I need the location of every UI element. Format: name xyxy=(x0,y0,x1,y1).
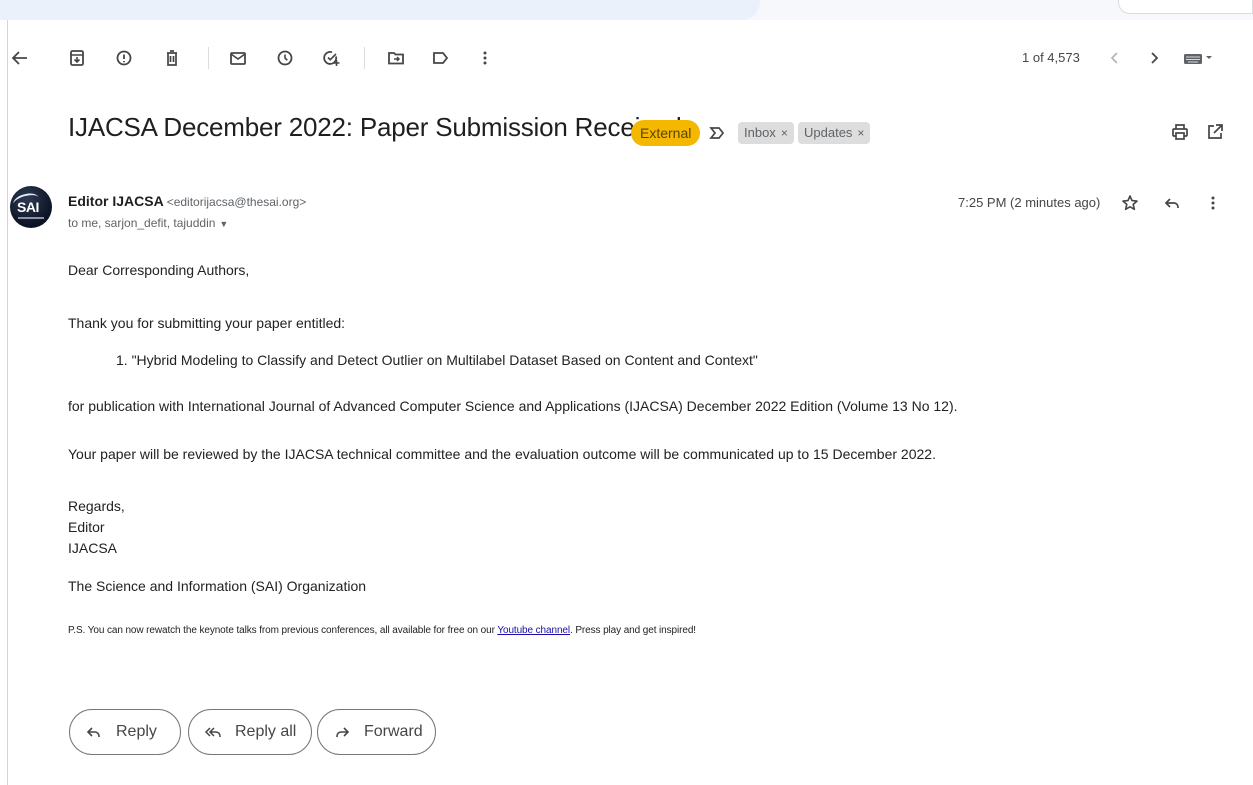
signoff-journal: IJACSA xyxy=(68,540,118,556)
report-spam-icon[interactable] xyxy=(112,46,136,70)
reply-all-icon xyxy=(203,722,223,742)
avatar-logo-text: SAI xyxy=(17,199,39,215)
label-chip-name: Updates xyxy=(804,125,853,140)
account-area-edge xyxy=(1118,0,1253,14)
print-icon[interactable] xyxy=(1168,120,1192,144)
signoff-role: Editor xyxy=(68,519,105,535)
remove-label-icon[interactable]: × xyxy=(781,126,788,140)
body-intro: Thank you for submitting your paper enti… xyxy=(68,315,346,331)
star-icon[interactable] xyxy=(1119,192,1141,214)
top-strip xyxy=(0,0,1253,20)
recipients-text: to me, sarjon_defit, tajuddin xyxy=(68,216,216,230)
toolbar-separator xyxy=(364,47,365,69)
back-arrow-icon[interactable] xyxy=(8,46,32,70)
sender-email: <editorijacsa@thesai.org> xyxy=(166,195,307,209)
forward-button[interactable]: Forward xyxy=(317,709,436,755)
body-publication: for publication with International Journ… xyxy=(68,398,958,414)
reply-all-button[interactable]: Reply all xyxy=(188,709,312,755)
avatar-logo-line xyxy=(18,217,44,219)
chevron-left-icon[interactable] xyxy=(1103,46,1127,70)
postscript-text: P.S. You can now rewatch the keynote tal… xyxy=(68,625,498,636)
chevron-right-icon[interactable] xyxy=(1142,46,1166,70)
forward-button-label: Forward xyxy=(364,723,423,740)
label-chip-name: Inbox xyxy=(744,125,776,140)
sender-line: Editor IJACSA <editorijacsa@thesai.org> xyxy=(68,193,306,209)
forward-icon xyxy=(332,722,352,742)
move-to-icon[interactable] xyxy=(384,46,408,70)
search-bar-edge[interactable] xyxy=(0,0,760,20)
external-badge: External xyxy=(631,120,701,146)
left-divider xyxy=(7,20,8,785)
caret-down-icon: ▼ xyxy=(219,219,229,229)
reply-all-button-label: Reply all xyxy=(235,723,297,740)
input-tools-icon[interactable] xyxy=(1180,46,1216,70)
pagination-count: 1 of 4,573 xyxy=(1022,50,1080,65)
toolbar-separator xyxy=(208,47,209,69)
label-chip-updates: Updates × xyxy=(798,122,871,144)
snooze-icon[interactable] xyxy=(273,46,297,70)
reply-icon[interactable] xyxy=(1161,192,1183,214)
remove-label-icon[interactable]: × xyxy=(857,126,864,140)
add-to-tasks-icon[interactable] xyxy=(319,46,343,70)
sender-avatar[interactable]: SAI xyxy=(10,186,52,228)
more-vert-icon[interactable] xyxy=(1202,192,1224,214)
signoff-organization: The Science and Information (SAI) Organi… xyxy=(68,578,367,594)
message-timestamp: 7:25 PM (2 minutes ago) xyxy=(958,195,1101,210)
body-greeting: Dear Corresponding Authors, xyxy=(68,262,250,278)
importance-marker-icon[interactable] xyxy=(706,122,728,144)
label-chip-inbox: Inbox × xyxy=(738,122,794,144)
email-subject: IJACSA December 2022: Paper Submission R… xyxy=(68,112,682,142)
signoff-regards: Regards, xyxy=(68,498,125,514)
mark-unread-icon[interactable] xyxy=(226,46,250,70)
reply-icon xyxy=(84,722,104,742)
body-review: Your paper will be reviewed by the IJACS… xyxy=(68,446,936,462)
body-paper-title: 1. "Hybrid Modeling to Classify and Dete… xyxy=(116,352,758,368)
more-vert-icon[interactable] xyxy=(473,46,497,70)
sender-name[interactable]: Editor IJACSA xyxy=(68,193,164,209)
postscript-text-end: . Press play and get inspired! xyxy=(570,625,696,636)
postscript: P.S. You can now rewatch the keynote tal… xyxy=(68,625,696,636)
recipients-toggle[interactable]: to me, sarjon_defit, tajuddin ▼ xyxy=(68,216,228,230)
delete-icon[interactable] xyxy=(160,46,184,70)
reply-button-label: Reply xyxy=(116,723,157,740)
reply-button[interactable]: Reply xyxy=(69,709,181,755)
open-in-new-window-icon[interactable] xyxy=(1203,120,1227,144)
label-icon[interactable] xyxy=(428,46,452,70)
archive-icon[interactable] xyxy=(65,46,89,70)
youtube-channel-link[interactable]: Youtube channel xyxy=(497,625,570,636)
